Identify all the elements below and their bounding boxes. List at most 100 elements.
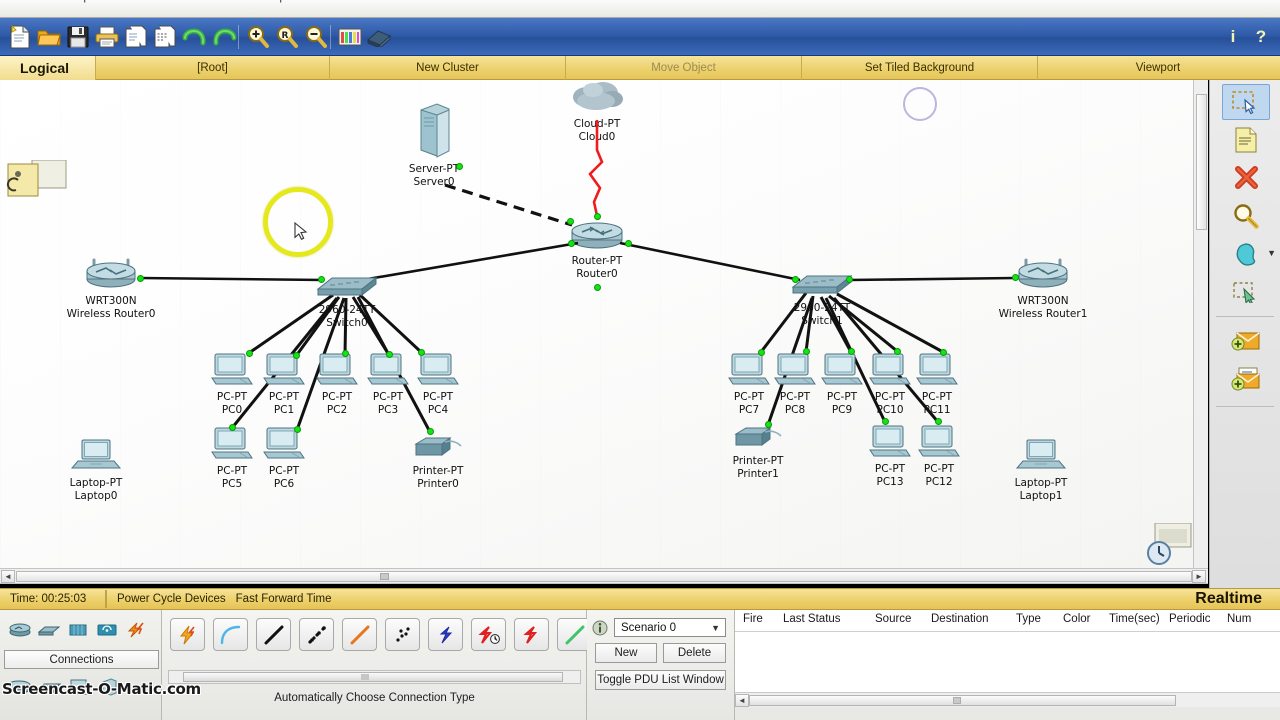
workspace-horizontal-scrollbar[interactable]: ◄ ►	[0, 568, 1208, 584]
pdu-col-periodic[interactable]: Periodic	[1169, 613, 1211, 625]
resize-shape-tool[interactable]	[1222, 274, 1270, 310]
pdu-col-color[interactable]: Color	[1063, 613, 1090, 625]
menu-item-options[interactable]: Options	[75, 0, 113, 3]
menu-item-help[interactable]: Help	[263, 0, 286, 3]
device-printer0[interactable]: Printer-PT Printer0	[404, 432, 472, 490]
device-pc3[interactable]: PC-PT PC3	[364, 352, 412, 416]
switches-icon[interactable]	[37, 620, 61, 640]
activity-wizard-icon[interactable]	[122, 23, 150, 51]
device-server0[interactable]: Server-PT Server0	[404, 102, 464, 188]
device-laptop1[interactable]: Laptop-PT Laptop1	[1007, 438, 1075, 502]
add-complex-pdu-tool[interactable]	[1222, 361, 1270, 397]
pdu-scroll-thumb[interactable]	[749, 695, 1176, 706]
device-printer1[interactable]: Printer-PT Printer1	[724, 422, 792, 480]
serial-dce-cable-icon[interactable]	[471, 618, 506, 651]
device-cloud0[interactable]: Cloud-PT Cloud0	[564, 80, 630, 143]
move-object-button[interactable]: Move Object	[566, 55, 802, 80]
select-tool[interactable]	[1222, 84, 1270, 120]
undo-icon[interactable]	[181, 23, 209, 51]
device-pc12[interactable]: PC-PT PC12	[915, 424, 963, 488]
wireless-devices-icon[interactable]	[95, 620, 119, 640]
hscroll-right-arrow[interactable]: ►	[1192, 570, 1206, 583]
vscroll-thumb[interactable]	[1196, 94, 1207, 230]
device-pc1[interactable]: PC-PT PC1	[260, 352, 308, 416]
device-wireless-router0[interactable]: WRT300N Wireless Router0	[62, 258, 160, 320]
workspace-vertical-scrollbar[interactable]	[1193, 80, 1208, 568]
serial-dte-cable-icon[interactable]	[514, 618, 549, 651]
copy-icon[interactable]	[151, 23, 179, 51]
fast-forward-time-button[interactable]: Fast Forward Time	[236, 593, 342, 605]
power-cycle-devices-button[interactable]: Power Cycle Devices	[107, 593, 236, 605]
device-pc10[interactable]: PC-PT PC10	[866, 352, 914, 416]
draw-shape-tool[interactable]	[1222, 236, 1270, 272]
automatic-cable-icon[interactable]	[170, 618, 205, 651]
pdu-col-fire[interactable]: Fire	[743, 613, 763, 625]
chevron-down-icon[interactable]: ▼	[711, 623, 720, 633]
copper-straight-cable-icon[interactable]	[256, 618, 291, 651]
root-cluster-button[interactable]: [Root]	[96, 55, 330, 80]
device-pc6[interactable]: PC-PT PC6	[260, 426, 308, 490]
pdu-col-num[interactable]: Num	[1227, 613, 1251, 625]
print-icon[interactable]	[93, 23, 121, 51]
copper-crossover-cable-icon[interactable]	[299, 618, 334, 651]
device-pc11[interactable]: PC-PT PC11	[913, 352, 961, 416]
routers-icon[interactable]	[8, 620, 32, 640]
device-laptop0[interactable]: Laptop-PT Laptop0	[62, 438, 130, 502]
new-scenario-button[interactable]: New	[595, 643, 657, 663]
pdu-col-time[interactable]: Time(sec)	[1109, 613, 1160, 625]
phone-cable-icon[interactable]	[385, 618, 420, 651]
device-pc8[interactable]: PC-PT PC8	[771, 352, 819, 416]
realtime-mode-label[interactable]: Realtime	[1195, 590, 1280, 608]
open-folder-icon[interactable]	[35, 23, 63, 51]
zoom-reset-icon[interactable]: R	[273, 23, 301, 51]
workspace-clock-widget[interactable]	[1145, 522, 1195, 568]
pdu-list-scrollbar[interactable]: ◄	[735, 692, 1280, 707]
add-simple-pdu-tool[interactable]	[1222, 323, 1270, 359]
pdu-list-body[interactable]	[735, 632, 1280, 692]
zoom-out-icon[interactable]	[302, 23, 330, 51]
device-wireless-router1[interactable]: WRT300N Wireless Router1	[994, 258, 1092, 320]
menu-item-view[interactable]: View	[127, 0, 151, 3]
hscroll-thumb[interactable]	[16, 571, 1192, 582]
cable-scroll-thumb[interactable]	[183, 672, 563, 682]
redo-icon[interactable]	[210, 23, 238, 51]
viewport-button[interactable]: Viewport	[1038, 56, 1278, 80]
help-icon[interactable]: ?	[1248, 24, 1274, 50]
menu-item-extensions[interactable]: Extensions	[200, 0, 254, 3]
coaxial-cable-icon[interactable]	[428, 618, 463, 651]
place-note-tool[interactable]	[1222, 122, 1270, 158]
zoom-in-icon[interactable]	[244, 23, 272, 51]
pdu-col-source[interactable]: Source	[875, 613, 911, 625]
menu-item-edit[interactable]: Edit	[40, 0, 59, 3]
device-pc9[interactable]: PC-PT PC9	[818, 352, 866, 416]
device-router0[interactable]: Router-PT Router0	[563, 220, 631, 280]
device-pc4[interactable]: PC-PT PC4	[414, 352, 462, 416]
device-pc2[interactable]: PC-PT PC2	[313, 352, 361, 416]
menu-item-file[interactable]: File	[8, 0, 26, 3]
console-cable-icon[interactable]	[213, 618, 248, 651]
scenario-select[interactable]: Scenario 0 ▼	[614, 618, 726, 637]
scenario-info-icon[interactable]	[592, 620, 608, 641]
device-pc0[interactable]: PC-PT PC0	[208, 352, 256, 416]
custom-devices-icon[interactable]	[365, 23, 393, 51]
delete-tool[interactable]	[1222, 160, 1270, 196]
info-icon[interactable]: i	[1220, 24, 1246, 50]
fiber-cable-icon[interactable]	[342, 618, 377, 651]
device-pc7[interactable]: PC-PT PC7	[725, 352, 773, 416]
selected-category-label[interactable]: Connections	[4, 650, 159, 669]
device-pc13[interactable]: PC-PT PC13	[866, 424, 914, 488]
set-tiled-background-button[interactable]: Set Tiled Background	[802, 55, 1038, 80]
save-icon[interactable]	[64, 23, 92, 51]
delete-scenario-button[interactable]: Delete	[663, 643, 726, 663]
hscroll-left-arrow[interactable]: ◄	[1, 570, 15, 583]
cable-palette-scrollbar[interactable]	[168, 670, 581, 684]
pdu-scroll-left-arrow[interactable]: ◄	[735, 694, 749, 707]
pdu-col-type[interactable]: Type	[1016, 613, 1041, 625]
logical-workspace[interactable]: Server-PT Server0 Cloud-PT Cloud0 Router…	[0, 80, 1208, 568]
hubs-icon[interactable]	[66, 620, 90, 640]
palette-icon[interactable]	[336, 23, 364, 51]
connections-icon[interactable]	[124, 620, 148, 640]
device-pc5[interactable]: PC-PT PC5	[208, 426, 256, 490]
inspect-tool[interactable]	[1222, 198, 1270, 234]
new-cluster-button[interactable]: New Cluster	[330, 55, 566, 80]
